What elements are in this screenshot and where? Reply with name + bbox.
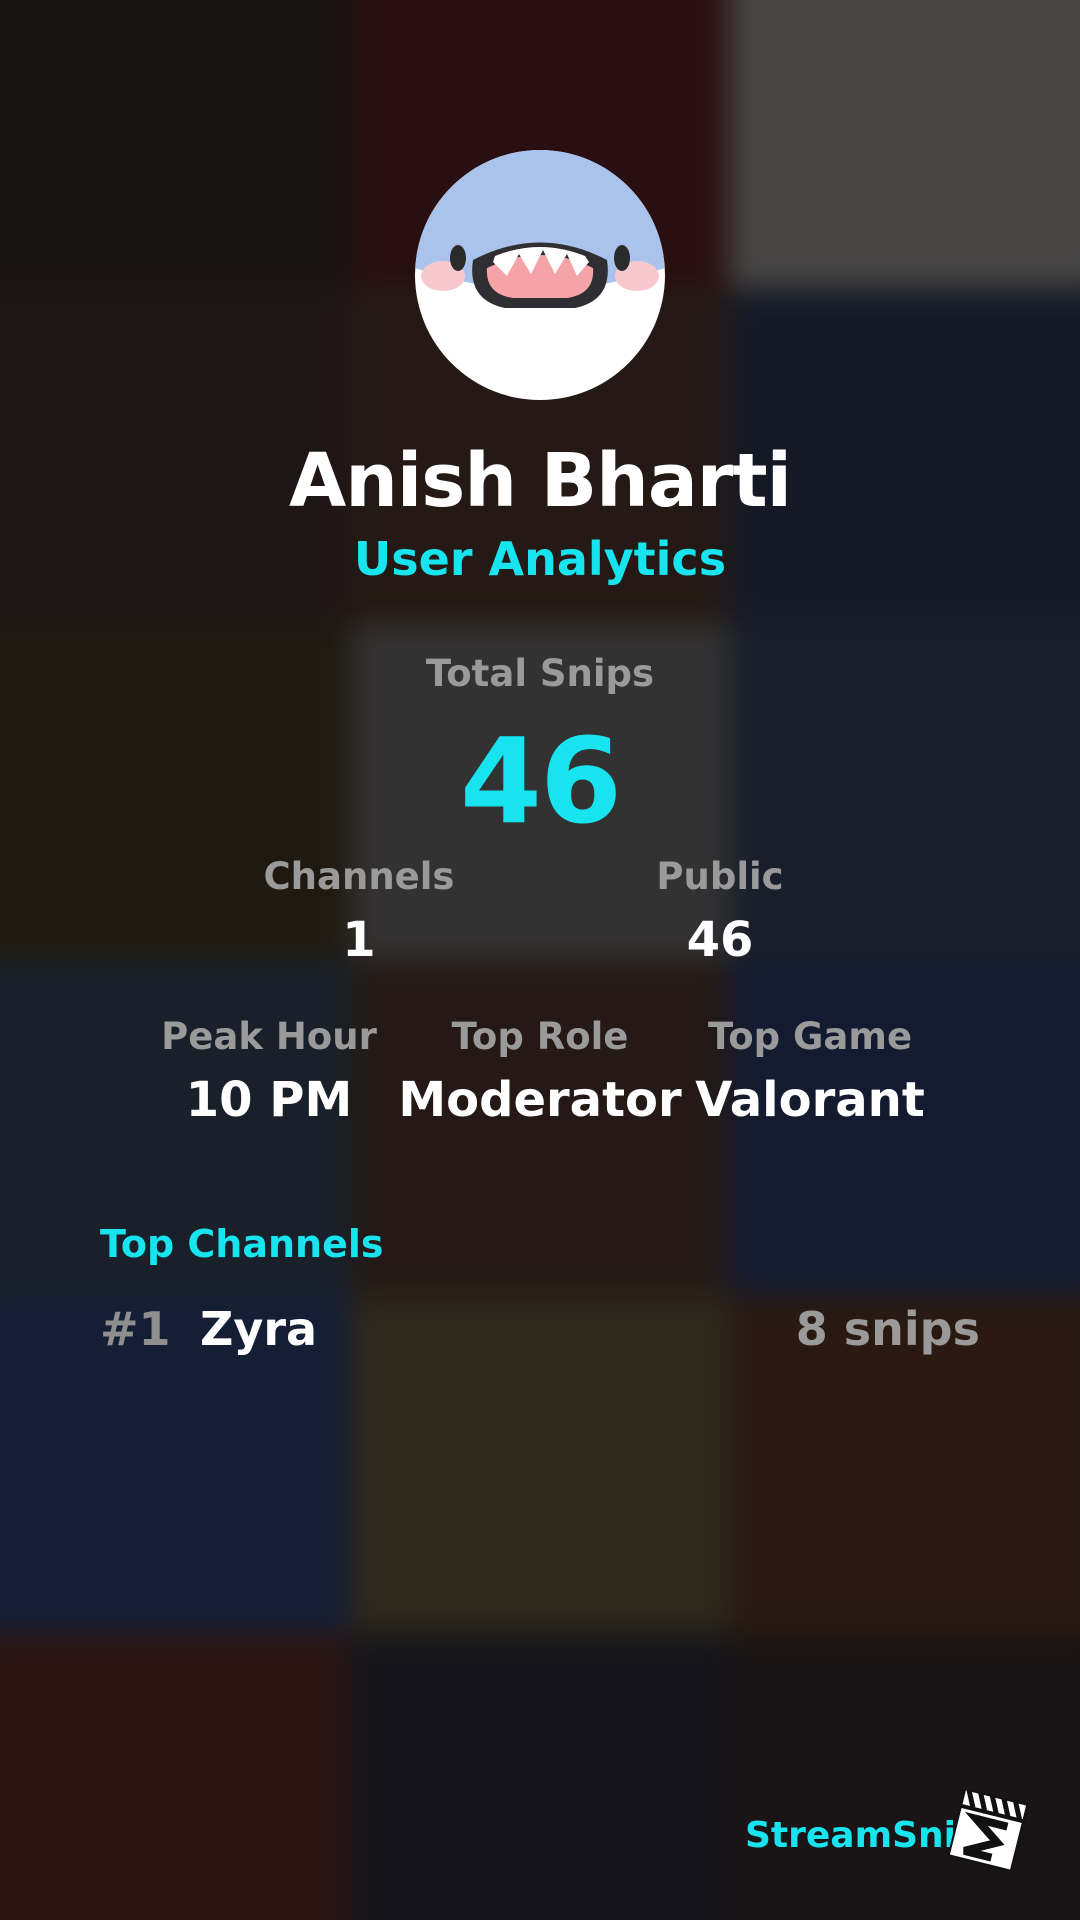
public-label: Public [656, 855, 784, 898]
channels-label: Channels [263, 855, 455, 898]
total-snips-value: 46 [459, 712, 622, 850]
public-value: 46 [686, 912, 754, 968]
avatar [415, 150, 665, 400]
shark-avatar-icon [415, 150, 665, 400]
page-subtitle: User Analytics [353, 532, 727, 586]
brand-name: StreamSnip [745, 1815, 982, 1856]
peak-hour-value: 10 PM [185, 1072, 353, 1128]
channel-name: Zyra [200, 1302, 318, 1356]
channels-value: 1 [342, 912, 376, 968]
peak-hour-label: Peak Hour [161, 1015, 377, 1058]
total-snips-label: Total Snips [425, 652, 655, 695]
top-channel-row: #1 Zyra 8 snips [100, 1302, 980, 1362]
top-channels-title: Top Channels [100, 1222, 384, 1266]
top-game-value: Valorant [695, 1072, 925, 1128]
user-name: Anish Bharti [288, 438, 792, 524]
channel-rank: #1 [100, 1302, 171, 1356]
top-role-label: Top Role [451, 1015, 629, 1058]
streamsnip-logo-icon [947, 1788, 1029, 1872]
top-game-label: Top Game [707, 1015, 913, 1058]
channel-snip-count: 8 snips [795, 1302, 980, 1356]
top-role-value: Moderator [398, 1072, 682, 1128]
analytics-card: Anish Bharti User Analytics Total Snips … [0, 0, 1080, 1920]
